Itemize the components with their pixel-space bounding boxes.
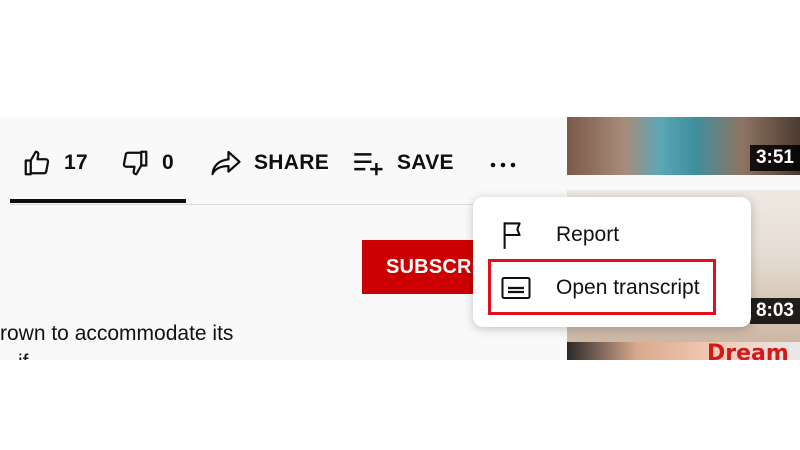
menu-item-label: Open transcript xyxy=(556,276,700,299)
thumb-up-icon xyxy=(22,148,52,178)
share-label: SHARE xyxy=(254,151,330,174)
menu-item-label: Report xyxy=(556,223,620,246)
recommended-video-thumbnail[interactable]: Dream xyxy=(567,342,800,360)
recommended-video-thumbnail[interactable]: 3:51 xyxy=(567,117,800,175)
transcript-icon xyxy=(501,276,531,300)
like-count: 17 xyxy=(64,151,88,174)
thumb-down-icon xyxy=(120,148,150,178)
more-horizontal-icon xyxy=(488,162,518,179)
menu-item-open-transcript[interactable]: Open transcript xyxy=(473,263,751,313)
video-duration: 3:51 xyxy=(749,145,800,171)
share-icon xyxy=(210,149,242,177)
more-actions-menu: Report Open transcript xyxy=(473,197,751,327)
thumbnail-title-overlay: Dream xyxy=(707,342,789,360)
playlist-add-icon xyxy=(353,150,385,176)
video-page-crop: 17 0 SHARE SAVE SUBSCRIBE rown to accomm… xyxy=(0,117,800,360)
share-button[interactable]: SHARE xyxy=(210,147,329,179)
video-duration: 8:03 xyxy=(749,298,800,324)
like-button[interactable]: 17 xyxy=(22,147,88,179)
more-actions-button[interactable] xyxy=(488,155,518,175)
menu-item-report[interactable]: Report xyxy=(473,210,751,260)
video-action-bar: 17 0 SHARE SAVE xyxy=(0,117,560,203)
dislike-count: 0 xyxy=(162,151,174,174)
save-button[interactable]: SAVE xyxy=(353,147,454,179)
flag-icon xyxy=(501,220,529,250)
save-label: SAVE xyxy=(397,151,454,174)
dislike-button[interactable]: 0 xyxy=(120,147,174,179)
description-text-line: if xyxy=(18,351,29,360)
description-text-line: rown to accommodate its xyxy=(0,322,234,345)
like-bar-underline xyxy=(10,199,186,203)
